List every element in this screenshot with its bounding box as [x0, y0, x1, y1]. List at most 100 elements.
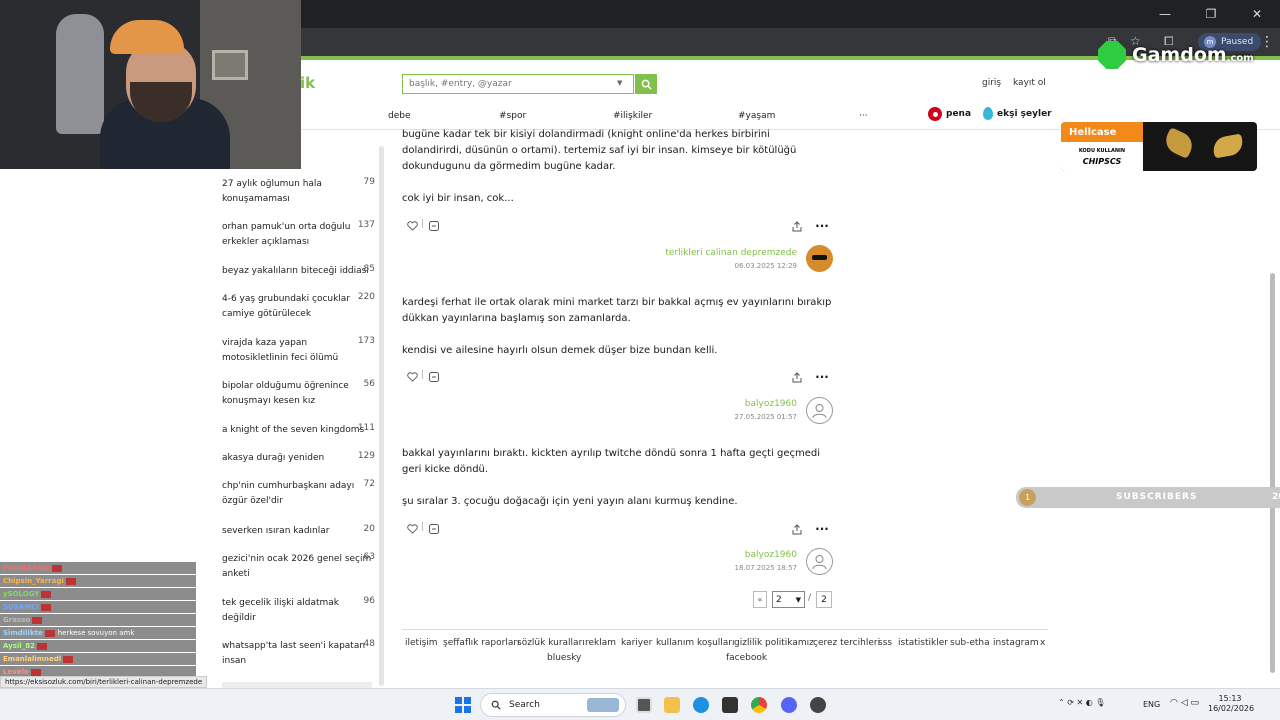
signup-link[interactable]: kayıt ol [1013, 78, 1046, 88]
footer-link[interactable]: instagram [993, 638, 1039, 648]
sidebar-topic-link[interactable]: 4-6 yaş grubundaki çocuklar camiye götür… [222, 292, 372, 322]
clock[interactable]: 15:13 16/02/2026 [1208, 694, 1254, 714]
footer-link[interactable]: bluesky [547, 653, 581, 663]
page-select[interactable]: 2 ▼ [772, 591, 805, 608]
taskbar-search[interactable]: Search [480, 693, 626, 717]
minimize-button[interactable]: — [1142, 0, 1188, 28]
footer-link[interactable]: x [1040, 638, 1045, 648]
footer-link[interactable]: reklam [585, 638, 616, 648]
start-icon[interactable] [455, 697, 471, 713]
sidebar-topic-link[interactable]: whatsapp'ta last seen'i kapatan insan [222, 639, 372, 669]
page-scrollbar[interactable] [1270, 273, 1275, 673]
browser-menu-icon[interactable]: ⋮ [1260, 34, 1274, 50]
nav-debe[interactable]: debe [388, 111, 411, 121]
knife-icon [1211, 133, 1245, 159]
sidebar-topic-link[interactable]: akasya durağı yeniden [222, 451, 372, 466]
minus-vote-icon[interactable] [425, 217, 443, 235]
sidebar-topic-link[interactable]: bipolar olduğumu öğrenince konuşmayı kes… [222, 379, 372, 409]
store-icon[interactable] [722, 697, 738, 713]
nav-spor[interactable]: #spor [499, 111, 526, 121]
chat-username: PatlakChips [3, 564, 50, 572]
system-tray-icons[interactable]: ⌃ ⟳ ✕ ◐ 🎙 [1058, 698, 1105, 707]
wifi-volume-icon[interactable]: ◠ ◁ ▭ [1170, 698, 1199, 708]
footer-link[interactable]: kariyer [621, 638, 652, 648]
share-icon[interactable] [788, 368, 806, 386]
chat-username: SUSAMCI [3, 603, 39, 611]
app-icon[interactable] [810, 697, 826, 713]
footer-link[interactable]: şeffaflık raporları [443, 638, 520, 648]
minus-vote-icon[interactable] [425, 368, 443, 386]
search-input[interactable] [402, 74, 634, 94]
knife-icon [1161, 127, 1197, 159]
share-icon[interactable] [788, 217, 806, 235]
chevron-down-icon: ▼ [795, 595, 801, 604]
heart-icon[interactable] [403, 217, 421, 235]
author-link[interactable]: balyoz1960 [617, 550, 797, 560]
more-options-icon[interactable]: ··· [813, 368, 831, 386]
chat-badge-icon [63, 655, 74, 663]
chrome-icon[interactable] [751, 697, 767, 713]
maximize-button[interactable]: ❐ [1188, 0, 1234, 28]
author-avatar[interactable] [806, 245, 833, 272]
sidebar-topic-link[interactable]: tek gecelik ilişki aldatmak değildir [222, 596, 372, 626]
more-options-icon[interactable]: ··· [813, 520, 831, 538]
chat-badge-icon [65, 577, 76, 585]
search-button[interactable] [635, 74, 657, 94]
nav-eksi-seyler[interactable]: ekşi şeyler [983, 107, 1052, 120]
entry-date[interactable]: 06.03.2025 12:29 [677, 262, 797, 270]
status-url: https://eksisozluk.com/biri/terlikleri-c… [0, 676, 208, 688]
sidebar-topic-link[interactable]: chp'nin cumhurbaşkanı adayı özgür özel'd… [222, 479, 372, 509]
nav-yasam[interactable]: #yaşam [738, 111, 775, 121]
footer-link[interactable]: facebook [726, 653, 767, 663]
default-avatar-icon[interactable] [806, 548, 833, 575]
sidebar-topic-link[interactable]: beyaz yakalıların biteceği iddiası [222, 264, 372, 279]
heart-icon[interactable] [403, 368, 421, 386]
login-link[interactable]: giriş [982, 78, 1001, 88]
author-link[interactable]: terlikleri calinan depremzede [617, 248, 797, 258]
edge-icon[interactable] [693, 697, 709, 713]
discord-icon[interactable] [781, 697, 797, 713]
site-logo[interactable]: ik [300, 74, 315, 92]
task-view-icon[interactable] [636, 697, 652, 713]
minus-vote-icon[interactable] [425, 520, 443, 538]
chat-message: Grasso [0, 614, 196, 626]
nav-pena[interactable]: pena [928, 107, 971, 121]
close-window-button[interactable]: ✕ [1234, 0, 1280, 28]
heart-icon[interactable] [403, 520, 421, 538]
chat-username: Grasso [3, 616, 31, 624]
sidebar-topic-link[interactable]: gezici'nin ocak 2026 genel seçim anketi [222, 552, 372, 582]
nav-iliskiler[interactable]: #ilişkiler [613, 111, 652, 121]
gamdom-logo: Gamdom.com [1098, 38, 1254, 72]
pager-prev-button[interactable]: « [753, 591, 767, 608]
pager-last-button[interactable]: 2 [816, 591, 832, 608]
sidebar-topic-link[interactable]: severken ısıran kadınlar [222, 524, 372, 539]
chat-username: Emanlalimnedl [3, 655, 62, 663]
chat-message: Simdilikte herkese sovuyon amk [0, 627, 196, 639]
default-avatar-icon[interactable] [806, 397, 833, 424]
footer-link[interactable]: çerez tercihleri [813, 638, 880, 648]
language-indicator[interactable]: ENG [1143, 700, 1160, 709]
footer-link[interactable]: iletişim [405, 638, 438, 648]
footer-link[interactable]: kullanım koşulları [656, 638, 735, 648]
footer-link[interactable]: sss [878, 638, 892, 648]
sidebar-topic-count: 173 [357, 336, 375, 346]
sidebar-scrollbar[interactable] [379, 146, 384, 686]
more-options-icon[interactable]: ··· [813, 217, 831, 235]
divider: | [421, 370, 425, 380]
entry-date[interactable]: 27.05.2025 01:57 [677, 413, 797, 421]
search-highlight-icon [587, 698, 619, 712]
file-explorer-icon[interactable] [664, 697, 680, 713]
footer-link[interactable]: sözlük kuralları [517, 638, 585, 648]
footer-link[interactable]: istatistikler [898, 638, 948, 648]
entry-date[interactable]: 18.07.2025 18:57 [677, 564, 797, 572]
footer-link[interactable]: gizlilik politikamız [734, 638, 814, 648]
footer-link[interactable]: sub-etha [950, 638, 990, 648]
sidebar-topic-link[interactable]: a knight of the seven kingdoms [222, 423, 372, 438]
author-link[interactable]: balyoz1960 [617, 399, 797, 409]
search-dropdown-caret-icon[interactable]: ▼ [617, 79, 622, 87]
sidebar-topic-link[interactable]: orhan pamuk'un orta doğulu erkekler açık… [222, 220, 372, 250]
sidebar-topic-link[interactable]: virajda kaza yapan motosikletlinin feci … [222, 336, 372, 366]
nav-more[interactable]: ··· [859, 111, 868, 121]
share-icon[interactable] [788, 520, 806, 538]
sidebar-topic-link[interactable]: 27 aylık oğlumun hala konuşamaması [222, 177, 372, 207]
